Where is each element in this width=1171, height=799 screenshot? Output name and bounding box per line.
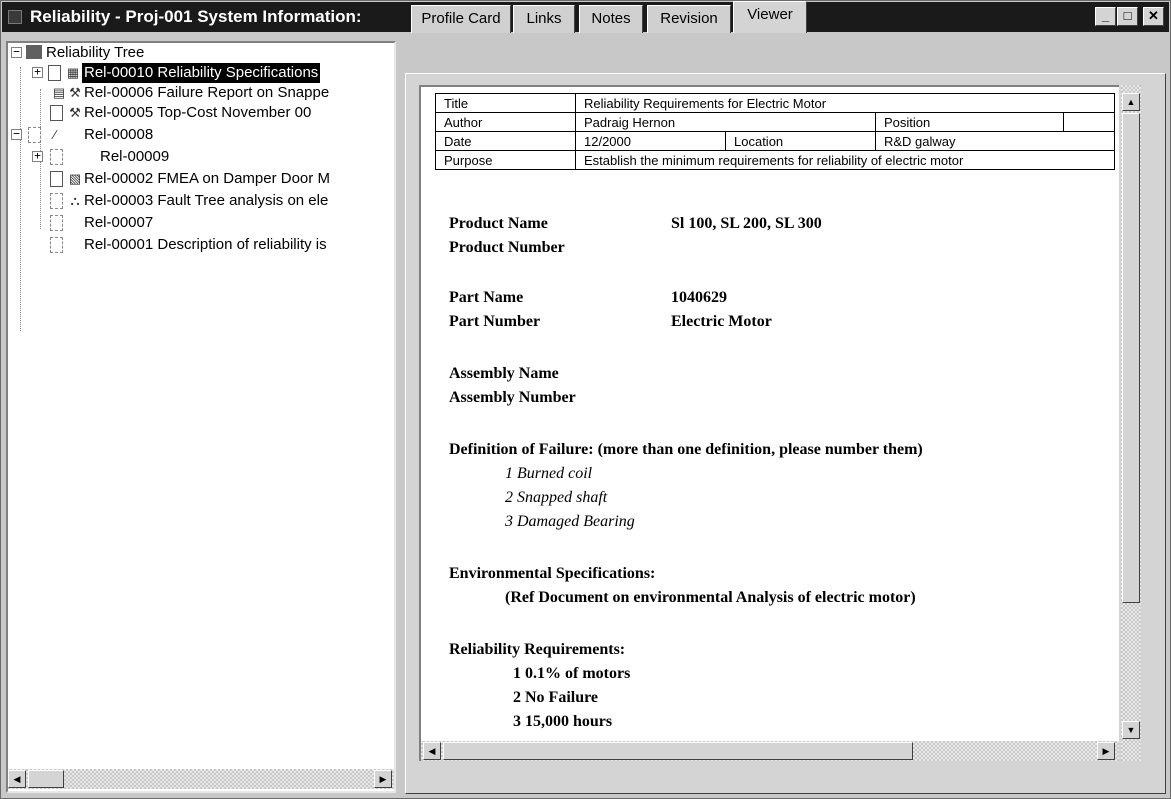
doc-icon: [48, 65, 61, 81]
title-label: Title: [435, 93, 576, 113]
product-name-label: Product Name: [449, 215, 548, 232]
tree-item-label: Rel-00001 Description of reliability is: [84, 236, 327, 253]
tree-item-label: Rel-00008: [84, 126, 154, 143]
chart-doc-icon: ⁄: [53, 127, 57, 142]
tree-item-label: Rel-00007: [84, 214, 154, 231]
location-value[interactable]: R&D galway: [875, 131, 1115, 151]
requirement-item: 2 No Failure: [513, 689, 599, 706]
date-label: Date: [435, 131, 576, 151]
scroll-left-button[interactable]: ◀: [8, 770, 26, 788]
scroll-left-button[interactable]: ◀: [423, 742, 441, 760]
failure-definition-heading: Definition of Failure: (more than one de…: [449, 441, 923, 458]
environmental-ref: (Ref Document on environmental Analysis …: [505, 589, 916, 606]
scroll-down-button[interactable]: ▼: [1122, 721, 1140, 739]
tab-profile-card[interactable]: Profile Card: [411, 5, 511, 33]
tree-root-icon: [26, 45, 42, 59]
collapse-icon[interactable]: −: [11, 128, 22, 140]
viewer-horizontal-scrollbar[interactable]: ◀ ▶: [421, 741, 1119, 761]
author-label: Author: [435, 112, 576, 132]
tree-horizontal-scrollbar[interactable]: ◀ ▶: [8, 769, 394, 789]
author-value[interactable]: Padraig Hernon: [575, 112, 876, 132]
scroll-thumb[interactable]: [443, 742, 913, 760]
part-number-value: Electric Motor: [671, 313, 772, 330]
location-label: Location: [725, 131, 876, 151]
scroll-right-button[interactable]: ▶: [1097, 742, 1115, 760]
maximize-button[interactable]: □: [1117, 7, 1138, 26]
window-title: Reliability - Proj-001 System Informatio…: [30, 7, 362, 26]
title-value[interactable]: Reliability Requirements for Electric Mo…: [575, 93, 1115, 113]
tab-links[interactable]: Links: [513, 5, 575, 33]
failure-item: 1 Burned coil: [505, 465, 593, 482]
tab-viewer[interactable]: Viewer: [733, 1, 807, 33]
tree-root-label: Reliability Tree: [46, 44, 145, 61]
position-label: Position: [874, 112, 1065, 132]
scroll-thumb[interactable]: [1122, 113, 1140, 603]
tree-item-label: Rel-00006 Failure Report on Snappe: [84, 84, 330, 101]
assembly-name-label: Assembly Name: [449, 365, 559, 382]
fault-tree-icon: ⛬: [70, 193, 80, 208]
doc-icon: [28, 127, 41, 143]
environmental-spec-heading: Environmental Specifications:: [449, 565, 656, 582]
blank-doc-icon: [50, 215, 63, 231]
viewer-vertical-scrollbar[interactable]: ▲ ▼: [1121, 85, 1141, 761]
product-name-value: Sl 100, SL 200, SL 300: [671, 215, 822, 232]
scroll-thumb[interactable]: [28, 770, 64, 788]
close-button[interactable]: ✕: [1143, 7, 1164, 26]
doc-icon: [50, 171, 63, 187]
document-viewer[interactable]: Title Reliability Requirements for Elect…: [419, 85, 1119, 761]
purpose-value[interactable]: Establish the minimum requirements for r…: [575, 150, 1115, 170]
scroll-right-button[interactable]: ▶: [374, 770, 392, 788]
tree-item-label: Rel-00005 Top-Cost November 00: [84, 104, 312, 121]
app-window: Reliability - Proj-001 System Informatio…: [0, 0, 1171, 799]
expand-icon[interactable]: +: [32, 66, 43, 78]
purpose-label: Purpose: [435, 150, 576, 170]
failure-report-icon: ⚒: [69, 85, 81, 100]
spec-doc-icon: ▦: [66, 65, 80, 80]
part-number-label: Part Number: [449, 313, 541, 330]
tab-revision[interactable]: Revision: [647, 5, 731, 33]
part-name-value: 1040629: [671, 289, 727, 306]
failure-item: 3 Damaged Bearing: [505, 513, 635, 530]
doc-icon: [50, 105, 63, 121]
tree-item-label: Rel-00003 Fault Tree analysis on ele: [84, 192, 329, 209]
tree-item-label: Rel-00002 FMEA on Damper Door M: [84, 170, 330, 187]
failure-item: 2 Snapped shaft: [505, 489, 608, 506]
tab-notes[interactable]: Notes: [579, 5, 643, 33]
tree-item-label: Rel-00009: [100, 148, 170, 165]
date-value[interactable]: 12/2000: [575, 131, 726, 151]
failure-report-icon: ⚒: [69, 105, 81, 120]
fmea-doc-icon: ▧: [68, 171, 82, 186]
minimize-button[interactable]: _: [1095, 7, 1116, 26]
reliability-tree-panel[interactable]: − Reliability Tree + ▦ Rel-00010 Reliabi…: [6, 41, 396, 793]
part-name-label: Part Name: [449, 289, 524, 306]
scroll-up-button[interactable]: ▲: [1122, 93, 1140, 111]
app-icon: [8, 10, 22, 24]
position-value[interactable]: [1063, 112, 1115, 132]
requirement-item: 3 15,000 hours: [513, 713, 613, 730]
expand-icon[interactable]: +: [32, 150, 43, 162]
collapse-icon[interactable]: −: [11, 46, 22, 58]
product-number-label: Product Number: [449, 239, 565, 256]
assembly-number-label: Assembly Number: [449, 389, 576, 406]
tree-item-label: Rel-00010 Reliability Specifications: [82, 63, 321, 83]
document-info-table: Title Reliability Requirements for Elect…: [435, 93, 1115, 170]
requirement-item: 1 0.1% of motors: [513, 665, 631, 682]
blank-doc-icon: [50, 193, 63, 209]
blank-doc-icon: [50, 149, 63, 165]
blank-doc-icon: [50, 237, 63, 253]
reliability-requirements-heading: Reliability Requirements:: [449, 641, 626, 658]
